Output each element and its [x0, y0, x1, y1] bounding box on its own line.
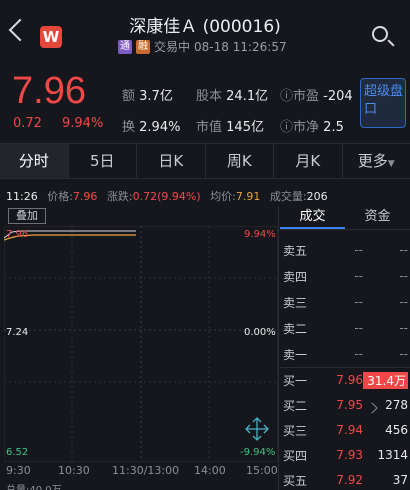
tab-capital[interactable]: 资金	[345, 206, 410, 229]
xaxis-label-close: 15:00	[246, 464, 278, 477]
axis-mid-price: 7.24	[6, 327, 29, 338]
level-volume: --	[399, 321, 408, 335]
pb-stat[interactable]: ⓘ市净 2.5	[280, 116, 344, 135]
panel-divider	[278, 206, 279, 490]
tab-trades[interactable]: 成交	[280, 206, 345, 229]
bid-row[interactable]: 买四 7.93 1314	[283, 442, 408, 468]
level-price: 7.94	[336, 423, 363, 437]
total-volume: 总量:40.0万	[6, 481, 62, 490]
level-label: 卖二	[283, 321, 308, 336]
axis-mid-pct: 0.00%	[244, 327, 276, 338]
level-volume: 1314	[377, 448, 408, 462]
ask-row[interactable]: 卖四 -- --	[283, 263, 408, 289]
overlay-button[interactable]: 叠加	[8, 208, 46, 224]
bid-row[interactable]: 买三 7.94 456	[283, 417, 408, 443]
level-volume: --	[399, 269, 408, 283]
intraday-chart[interactable]	[4, 226, 278, 462]
axis-min-price: 6.52	[6, 447, 29, 458]
level-label: 卖三	[283, 295, 308, 310]
ask-row[interactable]: 卖三 -- --	[283, 289, 408, 315]
level-label: 卖四	[283, 269, 308, 284]
level-label: 买三	[283, 423, 308, 438]
xaxis-label-1400: 14:00	[194, 464, 226, 477]
level-label: 卖五	[283, 243, 308, 258]
level-price: 7.92	[336, 473, 363, 487]
period-tabs: 分时 5日 日K 周K 月K 更多▼	[0, 143, 410, 179]
price-change-pct: 9.94%	[62, 116, 104, 131]
axis-max-price: 7.96	[6, 229, 29, 240]
level-price: --	[354, 321, 363, 335]
info-icon: ⓘ	[280, 120, 294, 135]
bid-row[interactable]: 买一 7.96 31.4万	[283, 367, 408, 393]
tab-daily-k[interactable]: 日K	[137, 144, 206, 178]
level-price: --	[354, 269, 363, 283]
amount-stat: 额 3.7亿	[122, 89, 173, 104]
level-label: 买四	[283, 448, 308, 463]
current-price: 7.96	[12, 70, 86, 112]
pe-stat[interactable]: ⓘ市盈 -204	[280, 85, 353, 104]
axis-min-pct: -9.94%	[240, 447, 276, 458]
trade-status: 交易中	[154, 40, 191, 54]
bid-row[interactable]: 买五 7.92 37	[283, 467, 408, 490]
level-label: 买二	[283, 398, 308, 413]
tab-more[interactable]: 更多▼	[343, 144, 410, 178]
level-price: --	[354, 295, 363, 309]
trade-datetime: 08-18 11:26:57	[194, 39, 287, 54]
search-icon[interactable]	[372, 26, 388, 42]
level-price: 7.95	[336, 398, 363, 412]
level-price: --	[354, 347, 363, 361]
right-panel-tabs: 成交 资金	[280, 206, 410, 230]
caret-down-icon: ▼	[387, 159, 395, 169]
tab-weekly-k[interactable]: 周K	[206, 144, 274, 178]
level-volume: 456	[385, 423, 408, 437]
tong-badge: 通	[118, 39, 132, 54]
level-label: 买五	[283, 473, 308, 488]
tab-monthly-k[interactable]: 月K	[274, 144, 343, 178]
level-volume: --	[399, 243, 408, 257]
level-volume: 37	[392, 473, 408, 487]
level-volume: --	[399, 347, 408, 361]
crosshair-move-icon[interactable]	[245, 417, 269, 441]
tab-5day[interactable]: 5日	[69, 144, 137, 178]
axis-max-pct: 9.94%	[244, 229, 276, 240]
xaxis-label-1030: 10:30	[58, 464, 90, 477]
level-label: 卖一	[283, 347, 308, 362]
xaxis-label-midday: 11:30/13:00	[112, 464, 180, 477]
trade-status-line: 通 融 交易中 08-18 11:26:57	[118, 38, 287, 55]
level-label: 买一	[283, 373, 308, 388]
level-price: 7.93	[336, 448, 363, 462]
crosshair-info: 11:26 价格:7.96 涨跌:0.72(9.94%) 均价:7.91 成交量…	[6, 190, 328, 203]
xaxis-label-start: 9:30	[6, 464, 31, 477]
stock-title: 深康佳Ａ (000016)	[129, 17, 281, 37]
super-depth-button[interactable]: 超级盘口	[360, 78, 406, 128]
level-volume: --	[399, 295, 408, 309]
bid-row[interactable]: 买二 7.95 278	[283, 392, 408, 418]
price-change: 0.72	[13, 116, 42, 131]
mktcap-stat: 市值 145亿	[196, 120, 264, 135]
tab-intraday[interactable]: 分时	[0, 144, 69, 178]
level-price: --	[354, 243, 363, 257]
ask-row[interactable]: 卖五 -- --	[283, 237, 408, 263]
info-icon: ⓘ	[280, 89, 294, 104]
capital-stat: 股本 24.1亿	[196, 89, 269, 104]
ask-row[interactable]: 卖一 -- --	[283, 341, 408, 367]
turnover-stat: 换 2.94%	[122, 120, 181, 135]
level-price: 7.96	[336, 373, 363, 387]
margin-badge: 融	[136, 39, 150, 54]
ask-row[interactable]: 卖二 -- --	[283, 315, 408, 341]
level-volume: 31.4万	[363, 371, 408, 389]
